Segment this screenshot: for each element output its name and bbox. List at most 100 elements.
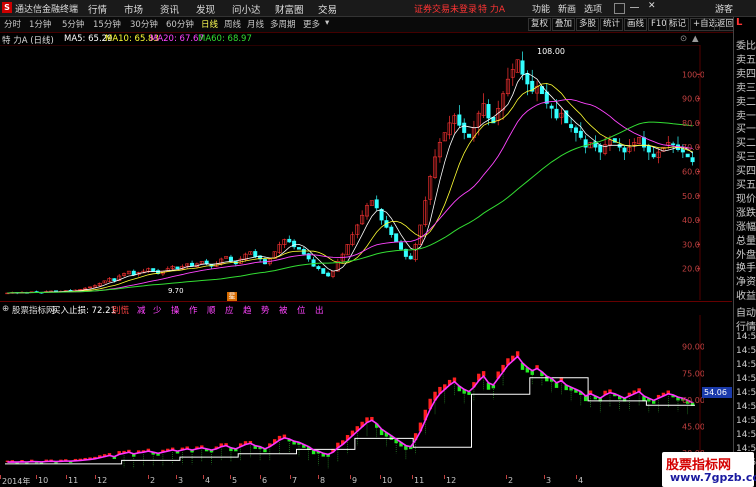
candle-body-65 <box>321 268 326 274</box>
ma60-value: MA60: 68.97 <box>198 34 252 44</box>
trade-login-warning[interactable]: 证券交易未登录 <box>414 2 477 15</box>
btn-huaxian[interactable]: 画线 <box>624 18 648 31</box>
period-weekly[interactable]: 周线 <box>224 18 241 30</box>
candle-body-30 <box>151 268 156 272</box>
xaxis-tick-14 <box>444 475 445 479</box>
candle-body-35 <box>175 266 180 269</box>
sidebar-time-0[interactable]: 自动 <box>736 304 756 319</box>
candle-body-131 <box>641 137 646 148</box>
period-monthly[interactable]: 月线 <box>247 18 264 30</box>
sidebar-time-8: 14:56 <box>736 416 756 426</box>
sub-y-axis: 90.0075.0060.0045.0030.00 <box>682 343 704 459</box>
ma20-line <box>7 99 693 294</box>
xaxis-tick-8 <box>260 475 261 479</box>
xaxis-tick-12 <box>380 475 381 479</box>
sidebar-field-6: 买一 <box>736 124 756 136</box>
period-more[interactable]: 更多 <box>303 18 320 30</box>
xaxis-label-16: 3 <box>546 476 552 485</box>
sidebar-level-indicator[interactable]: L <box>736 17 742 28</box>
menu-gongneng[interactable]: 功能 <box>532 2 550 15</box>
candle-body-113 <box>554 108 559 119</box>
xaxis-tick-10 <box>318 475 319 479</box>
minimize-icon[interactable] <box>630 7 639 8</box>
candle-body-118 <box>578 130 583 138</box>
candle-body-126 <box>617 144 622 148</box>
period-15min[interactable]: 15分钟 <box>93 18 121 30</box>
candle-body-112 <box>549 105 554 109</box>
candle-body-106 <box>520 60 525 75</box>
xaxis-label-5: 3 <box>178 476 184 485</box>
xaxis-tick-7 <box>230 475 231 479</box>
xaxis-tick-13 <box>412 475 413 479</box>
ma20-value: MA20: 67.67 <box>150 34 204 44</box>
period-daily[interactable]: 日线 <box>201 18 218 30</box>
candle-body-46 <box>228 256 233 262</box>
period-30min[interactable]: 30分钟 <box>130 18 158 30</box>
candle-body-132 <box>646 145 651 153</box>
sidebar-field-14: 总量 <box>736 235 756 247</box>
menu-wenxiaoda[interactable]: 问小达 <box>232 2 261 16</box>
menu-caifuquan[interactable]: 财富圈 <box>275 2 304 16</box>
sidebar-field-1: 卖五 <box>736 54 756 66</box>
btn-fuquan[interactable]: 复权 <box>528 18 552 31</box>
candle-body-81 <box>399 242 404 250</box>
pane-separator[interactable] <box>0 301 732 302</box>
candle-body-59 <box>292 240 297 248</box>
xaxis-label-12: 10 <box>382 476 393 485</box>
menu-zixun[interactable]: 资讯 <box>160 2 179 16</box>
collapse-icon[interactable]: ▲ <box>692 34 699 44</box>
menu-hangqing[interactable]: 行情 <box>88 2 107 16</box>
user-label[interactable]: 游客 <box>715 2 733 15</box>
settings-icon[interactable]: ⊙ <box>680 34 687 44</box>
period-toolbar: 分时 1分钟 5分钟 15分钟 30分钟 60分钟 日线 周线 月线 多周期 更… <box>0 17 756 33</box>
candle-body-60 <box>296 247 301 250</box>
xaxis-tick-9 <box>290 475 291 479</box>
btn-biaoji[interactable]: 标记 <box>666 18 690 31</box>
candle-body-140 <box>685 153 690 158</box>
menu-jiaoyi[interactable]: 交易 <box>318 2 337 16</box>
sidebar-field-5: 卖一 <box>736 110 756 122</box>
xaxis-tick-6 <box>203 475 204 479</box>
period-60min[interactable]: 60分钟 <box>166 18 194 30</box>
event-marker[interactable]: 星 <box>227 292 237 301</box>
sidebar-field-10: 买五 <box>736 180 756 191</box>
sub-ytick-1: 75.00 <box>682 369 704 378</box>
btn-diejia[interactable]: 叠加 <box>552 18 576 31</box>
sidebar-time-2: 14:56 <box>736 332 756 342</box>
stock-short-name: 特 力A <box>478 5 506 15</box>
sub-indicator-chart[interactable]: 90.0075.0060.0045.0030.00 <box>0 315 704 475</box>
btn-duogu[interactable]: 多股 <box>576 18 600 31</box>
sub-indicator-icon[interactable]: ⊕ <box>2 304 9 314</box>
period-5min[interactable]: 5分钟 <box>62 18 84 30</box>
menu-faxian[interactable]: 发现 <box>196 2 215 16</box>
xaxis-label-2: 11 <box>68 476 79 485</box>
xaxis-label-7: 5 <box>232 476 238 485</box>
main-y-axis: 100.090.080.070.060.050.040.030.020.0 <box>682 70 704 273</box>
period-multi[interactable]: 多周期 <box>270 18 296 30</box>
candle-body-58 <box>287 238 292 243</box>
sidebar-field-9: 买四 <box>736 166 756 178</box>
close-window-icon[interactable]: ✕ <box>648 1 656 11</box>
window-icon[interactable] <box>614 3 625 14</box>
sidebar-field-3: 卖三 <box>736 82 756 94</box>
xaxis-tick-17 <box>576 475 577 479</box>
main-kline-chart[interactable]: 100.090.080.070.060.050.040.030.020.0 10… <box>0 45 704 300</box>
menu-xinhua[interactable]: 新画 <box>558 2 576 15</box>
period-1min[interactable]: 1分钟 <box>29 18 51 30</box>
candle-body-79 <box>389 226 394 235</box>
sidebar-field-16: 换手 <box>736 263 756 275</box>
xaxis-label-4: 2 <box>150 476 156 485</box>
xaxis-tick-16 <box>544 475 545 479</box>
btn-tongji[interactable]: 统计 <box>600 18 624 31</box>
candle-body-116 <box>569 124 574 129</box>
sidebar-field-4: 卖二 <box>736 96 756 108</box>
current-value-box: 54.06 <box>702 387 732 398</box>
ma-info-bar: 特 力A (日线) MA5: 65.29 MA10: 65.83 MA20: 6… <box>0 33 700 46</box>
menu-xuanxiang[interactable]: 选项 <box>584 2 602 15</box>
period-fenshi[interactable]: 分时 <box>4 18 21 30</box>
chevron-down-icon[interactable]: ▾ <box>325 18 329 28</box>
sidebar-time-1[interactable]: 行情 <box>736 318 756 333</box>
xaxis-tick-11 <box>350 475 351 479</box>
menu-shichang[interactable]: 市场 <box>124 2 143 16</box>
candle-body-76 <box>374 199 379 209</box>
